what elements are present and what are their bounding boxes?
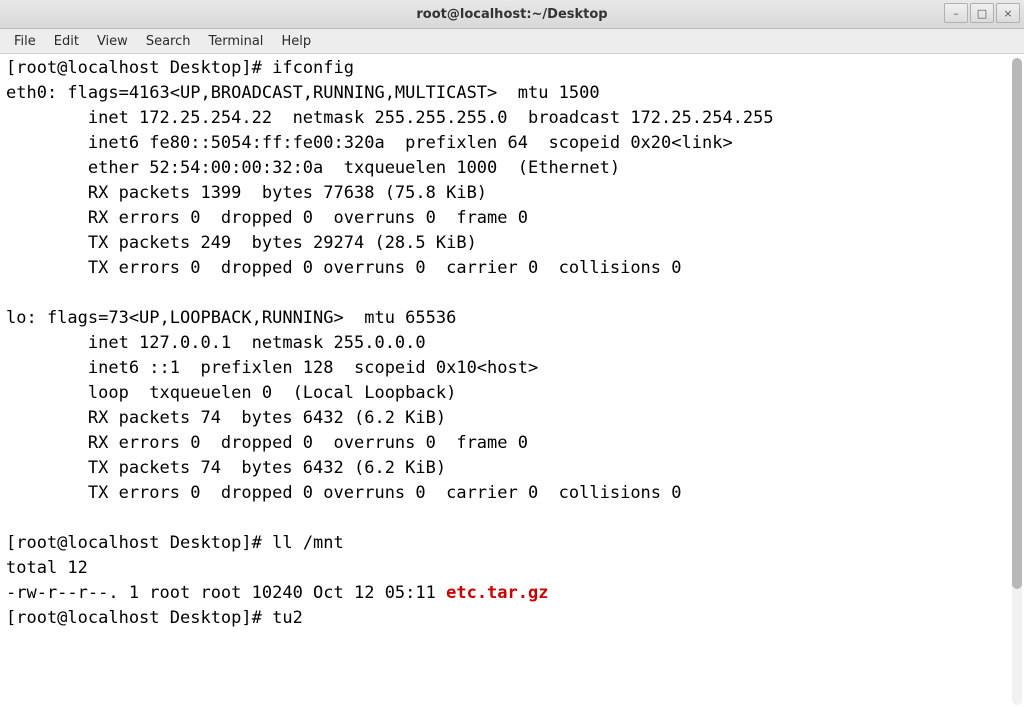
ifconfig-lo-loop: loop txqueuelen 0 (Local Loopback)	[6, 383, 456, 403]
maximize-button[interactable]: □	[970, 3, 994, 23]
ll-total: total 12	[6, 558, 88, 578]
ifconfig-lo-header: lo: flags=73<UP,LOOPBACK,RUNNING> mtu 65…	[6, 308, 456, 328]
ifconfig-lo-inet6: inet6 ::1 prefixlen 128 scopeid 0x10<hos…	[6, 358, 538, 378]
window-buttons: – □ ×	[944, 3, 1020, 23]
minimize-icon: –	[953, 7, 959, 20]
menu-help[interactable]: Help	[273, 32, 319, 51]
menu-search[interactable]: Search	[138, 32, 199, 51]
terminal-area[interactable]: [root@localhost Desktop]# ifconfig eth0:…	[0, 54, 1024, 707]
prompt: [root@localhost Desktop]#	[6, 58, 272, 78]
ifconfig-eth0-tx-packets: TX packets 249 bytes 29274 (28.5 KiB)	[6, 233, 477, 253]
close-button[interactable]: ×	[996, 3, 1020, 23]
command-current: tu2	[272, 608, 303, 628]
ll-row-prefix: -rw-r--r--. 1 root root 10240 Oct 12 05:…	[6, 583, 446, 603]
menu-edit[interactable]: Edit	[46, 32, 87, 51]
scrollbar-thumb[interactable]	[1012, 58, 1022, 589]
ifconfig-eth0-tx-errors: TX errors 0 dropped 0 overruns 0 carrier…	[6, 258, 682, 278]
command-ifconfig: ifconfig	[272, 58, 354, 78]
scrollbar-vertical[interactable]	[1012, 58, 1022, 705]
close-icon: ×	[1003, 7, 1012, 20]
window-title: root@localhost:~/Desktop	[0, 7, 1024, 22]
ifconfig-eth0-rx-errors: RX errors 0 dropped 0 overruns 0 frame 0	[6, 208, 528, 228]
ifconfig-eth0-header: eth0: flags=4163<UP,BROADCAST,RUNNING,MU…	[6, 83, 600, 103]
ifconfig-eth0-inet6: inet6 fe80::5054:ff:fe00:320a prefixlen …	[6, 133, 733, 153]
maximize-icon: □	[977, 7, 987, 20]
ifconfig-lo-tx-errors: TX errors 0 dropped 0 overruns 0 carrier…	[6, 483, 682, 503]
titlebar: root@localhost:~/Desktop – □ ×	[0, 0, 1024, 29]
ifconfig-lo-rx-errors: RX errors 0 dropped 0 overruns 0 frame 0	[6, 433, 528, 453]
command-ll: ll /mnt	[272, 533, 344, 553]
prompt: [root@localhost Desktop]#	[6, 533, 272, 553]
ifconfig-lo-tx-packets: TX packets 74 bytes 6432 (6.2 KiB)	[6, 458, 446, 478]
menu-view[interactable]: View	[89, 32, 136, 51]
terminal-output: [root@localhost Desktop]# ifconfig eth0:…	[0, 54, 1024, 631]
menubar: File Edit View Search Terminal Help	[0, 29, 1024, 54]
minimize-button[interactable]: –	[944, 3, 968, 23]
ifconfig-eth0-ether: ether 52:54:00:00:32:0a txqueuelen 1000 …	[6, 158, 620, 178]
menu-terminal[interactable]: Terminal	[200, 32, 271, 51]
ifconfig-lo-rx-packets: RX packets 74 bytes 6432 (6.2 KiB)	[6, 408, 446, 428]
menu-file[interactable]: File	[6, 32, 44, 51]
ifconfig-lo-inet: inet 127.0.0.1 netmask 255.0.0.0	[6, 333, 426, 353]
ll-row-filename: etc.tar.gz	[446, 583, 548, 603]
ifconfig-eth0-inet: inet 172.25.254.22 netmask 255.255.255.0…	[6, 108, 774, 128]
prompt: [root@localhost Desktop]#	[6, 608, 272, 628]
ifconfig-eth0-rx-packets: RX packets 1399 bytes 77638 (75.8 KiB)	[6, 183, 487, 203]
